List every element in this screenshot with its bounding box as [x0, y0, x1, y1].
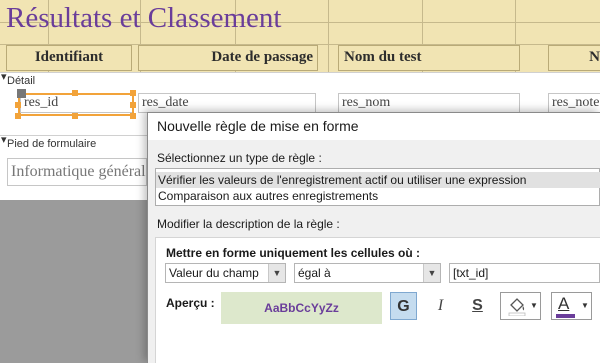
- fill-color-button[interactable]: ▼: [500, 292, 541, 320]
- preview-label: Aperçu :: [166, 296, 215, 310]
- chevron-down-icon[interactable]: ▼: [581, 301, 589, 310]
- chevron-down-icon[interactable]: ▼: [423, 264, 440, 282]
- bold-button[interactable]: G: [390, 292, 417, 320]
- chevron-down-icon[interactable]: ▼: [530, 301, 538, 310]
- column-header-identifiant[interactable]: Identifiant: [6, 45, 132, 71]
- resize-handle[interactable]: [130, 90, 136, 96]
- design-surface-background: [0, 200, 148, 363]
- format-preview: AaBbCcYyZz: [221, 292, 382, 324]
- resize-handle[interactable]: [15, 102, 21, 108]
- column-header-note[interactable]: N: [548, 45, 600, 71]
- font-color-bar: [556, 314, 575, 318]
- underline-button[interactable]: S: [464, 292, 491, 320]
- column-header-test[interactable]: Nom du test: [338, 45, 520, 71]
- section-marker-icon: ▾: [1, 134, 7, 146]
- footer-field[interactable]: Informatique générale: [7, 158, 147, 186]
- grid-line: [328, 0, 329, 72]
- field-res-date[interactable]: res_date: [138, 93, 316, 113]
- format-only-label: Mettre en forme uniquement les cellules …: [166, 246, 421, 260]
- resize-handle[interactable]: [15, 113, 21, 119]
- rule-type-item-expression[interactable]: Vérifier les valeurs de l'enregistrement…: [156, 172, 600, 188]
- resize-handle[interactable]: [72, 113, 78, 119]
- font-color-button[interactable]: A ▼: [551, 292, 592, 320]
- form-title-label[interactable]: Résultats et Classement: [6, 2, 281, 35]
- condition-value-input[interactable]: [txt_id]: [449, 263, 600, 283]
- footer-section-label: Pied de formulaire: [7, 138, 97, 150]
- resize-handle[interactable]: [130, 102, 136, 108]
- resize-handle[interactable]: [72, 90, 78, 96]
- move-handle[interactable]: [17, 89, 26, 98]
- font-color-icon: A: [558, 294, 570, 313]
- operator-combo[interactable]: égal à: [294, 263, 441, 283]
- dialog-title: Nouvelle règle de mise en forme: [157, 118, 359, 134]
- paint-bucket-icon: [507, 296, 527, 321]
- edit-description-label: Modifier la description de la règle :: [157, 217, 340, 231]
- column-header-date[interactable]: Date de passage: [138, 45, 318, 71]
- select-rule-type-label: Sélectionnez un type de règle :: [157, 151, 322, 165]
- chevron-down-icon[interactable]: ▼: [268, 264, 285, 282]
- italic-button[interactable]: I: [427, 292, 454, 320]
- section-marker-icon: ▾: [1, 71, 7, 83]
- resize-handle[interactable]: [130, 113, 136, 119]
- field-res-nom[interactable]: res_nom: [338, 93, 520, 113]
- detail-section-bar[interactable]: ▾ Détail: [0, 71, 600, 89]
- rule-type-item-compare[interactable]: Comparaison aux autres enregistrements: [156, 188, 600, 204]
- detail-section-label: Détail: [7, 75, 36, 87]
- field-res-note[interactable]: res_note: [548, 93, 600, 113]
